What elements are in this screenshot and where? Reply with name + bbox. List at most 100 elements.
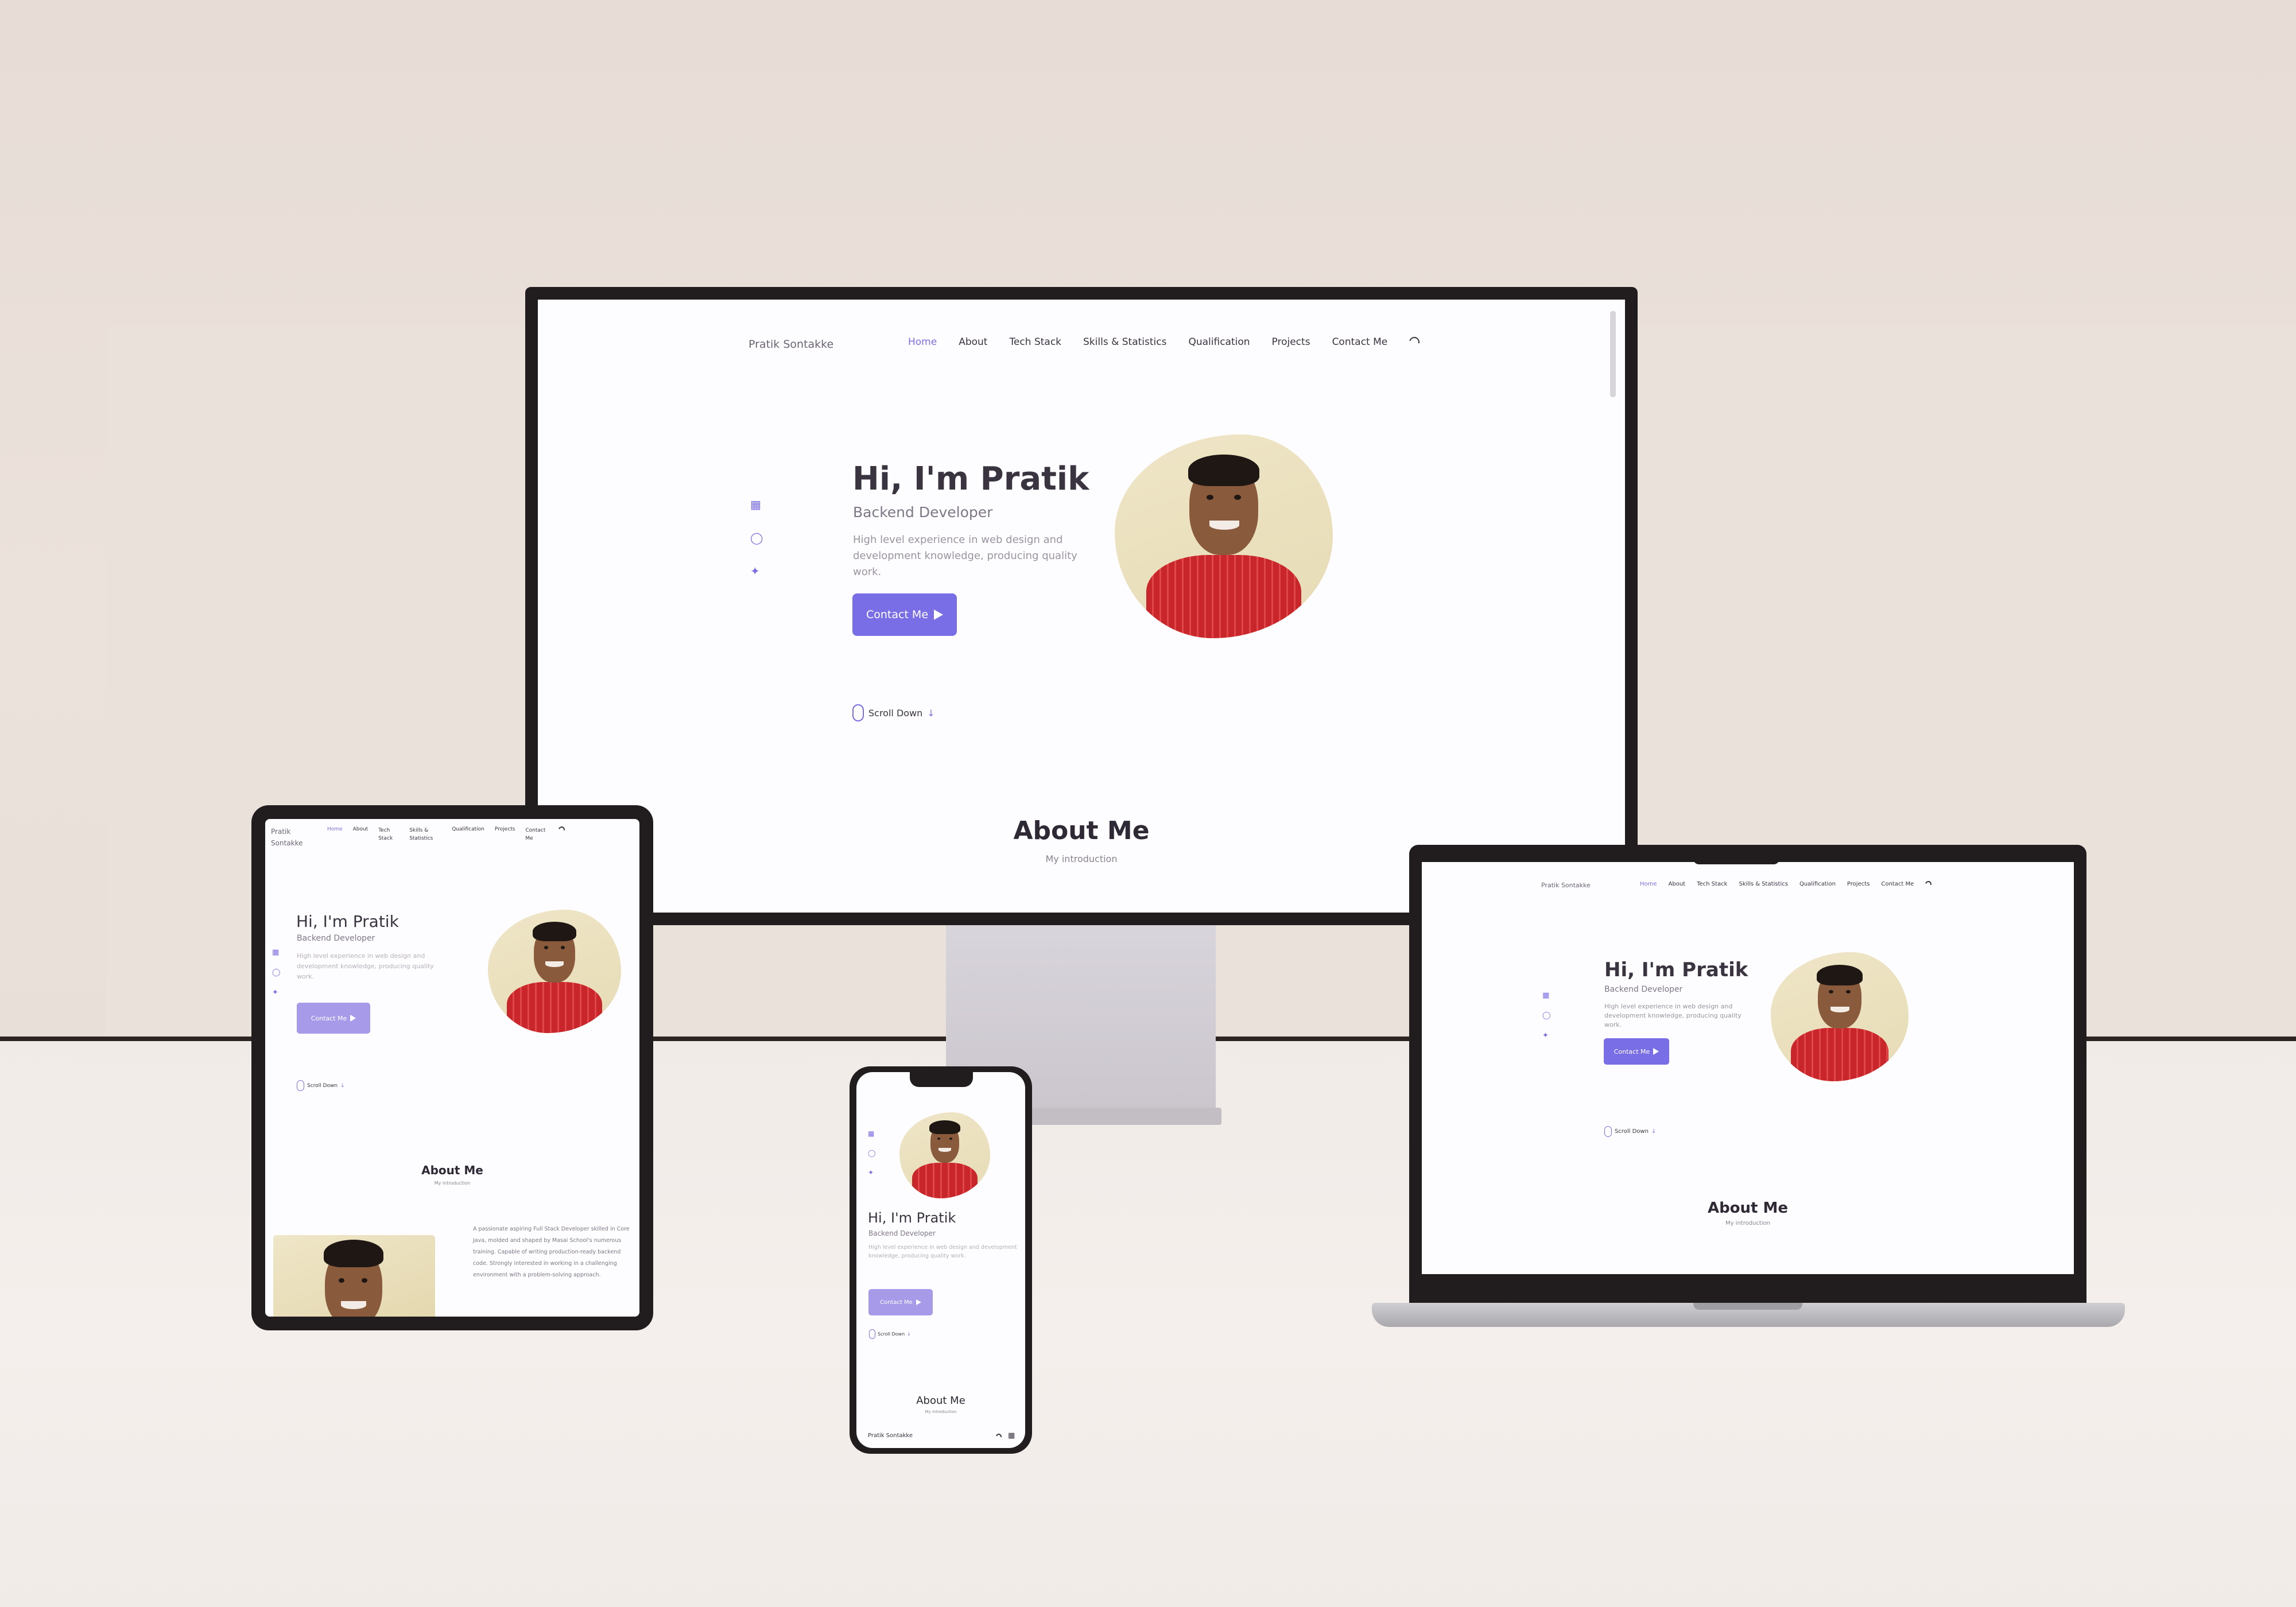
scroll-down[interactable]: Scroll Down ↓ (869, 1329, 911, 1339)
laptop-trackpad-notch (1693, 1303, 1802, 1310)
nav-qualification[interactable]: Qualification (1799, 881, 1836, 887)
github-icon[interactable]: ◯ (750, 531, 763, 545)
nav-skills[interactable]: Skills & Statistics (1739, 881, 1788, 887)
linkedin-icon[interactable]: ▦ (750, 498, 763, 511)
hero-title: Hi, I'm Pratik (296, 912, 399, 931)
contact-me-button[interactable]: Contact Me (297, 1003, 370, 1034)
nav-home[interactable]: Home (327, 826, 343, 832)
nav-skills[interactable]: Skills & Statistics (1083, 336, 1166, 348)
photo-smile (545, 961, 564, 967)
twitter-icon[interactable]: ✦ (272, 988, 281, 997)
photo-hair (929, 1120, 960, 1134)
nav-skills[interactable]: Skills & Statistics (409, 826, 441, 843)
menu-icon[interactable]: ▦ (1008, 1431, 1015, 1440)
hero-description: High level experience in web design and … (1604, 1003, 1742, 1028)
hero-description: High level experience in web design and … (868, 1244, 1017, 1259)
contact-me-button[interactable]: Contact Me (868, 1289, 933, 1315)
send-icon (350, 1015, 356, 1022)
photo-smile (1830, 1007, 1849, 1012)
nav-projects[interactable]: Projects (1272, 336, 1310, 348)
about-title: About Me (916, 1395, 965, 1407)
nav-projects[interactable]: Projects (1847, 881, 1870, 887)
nav-contact[interactable]: Contact Me (1881, 881, 1914, 887)
photo-hair (324, 1240, 383, 1267)
photo-hair (1188, 455, 1259, 486)
about-title: About Me (1707, 1200, 1789, 1217)
scroll-down[interactable]: Scroll Down ↓ (1604, 1126, 1656, 1137)
contact-me-label: Contact Me (311, 1014, 347, 1022)
contact-me-button[interactable]: Contact Me (852, 593, 957, 636)
about-subtitle: My introduction (434, 1181, 471, 1186)
scroll-down[interactable]: Scroll Down ↓ (852, 704, 935, 721)
phone-screen: ▦ ◯ ✦ Hi, I'm Pratik Backend Developer H… (856, 1072, 1025, 1448)
scroll-down-label: Scroll Down (878, 1332, 905, 1337)
nav-contact[interactable]: Contact Me (1332, 336, 1388, 348)
nav-qualification[interactable]: Qualification (452, 826, 484, 832)
nav-home[interactable]: Home (1640, 881, 1657, 887)
main-nav: Home About Tech Stack Skills & Statistic… (1640, 879, 1933, 889)
photo-shirt (1146, 555, 1301, 638)
scroll-down[interactable]: Scroll Down ↓ (297, 1080, 345, 1091)
nav-tech-stack[interactable]: Tech Stack (1697, 881, 1727, 887)
laptop: Pratik Sontakke Home About Tech Stack Sk… (1409, 845, 2086, 1304)
nav-about[interactable]: About (353, 826, 369, 832)
hero-subtitle: Backend Developer (297, 934, 375, 943)
scroll-down-label: Scroll Down (1615, 1128, 1649, 1135)
profile-photo (488, 910, 621, 1033)
site-logo[interactable]: Pratik Sontakke (748, 338, 833, 351)
nav-projects[interactable]: Projects (495, 826, 515, 832)
hero-title: Hi, I'm Pratik (868, 1210, 956, 1226)
photo-eye-right (1846, 990, 1851, 993)
linkedin-icon[interactable]: ▦ (868, 1129, 875, 1138)
nav-about[interactable]: About (959, 336, 987, 348)
site-logo[interactable]: Pratik Sontakke (1541, 882, 1591, 889)
photo-shirt (912, 1163, 978, 1198)
twitter-icon[interactable]: ✦ (868, 1169, 875, 1177)
contact-me-button[interactable]: Contact Me (1604, 1038, 1669, 1065)
social-links: ▦ ◯ ✦ (272, 948, 281, 997)
github-icon[interactable]: ◯ (868, 1149, 875, 1157)
github-icon[interactable]: ◯ (1542, 1011, 1551, 1020)
about-subtitle: My introduction (1725, 1220, 1771, 1226)
send-icon (1653, 1048, 1659, 1055)
nav-tech-stack[interactable]: Tech Stack (378, 826, 399, 843)
contact-me-label: Contact Me (880, 1299, 913, 1306)
desktop-monitor: Pratik Sontakke Home About Tech Stack Sk… (525, 287, 1638, 925)
send-icon (934, 610, 944, 620)
about-title: About Me (421, 1163, 483, 1177)
photo-eye-left (339, 1278, 344, 1283)
main-nav: Home About Tech Stack Skills & Statistic… (908, 335, 1422, 350)
site-logo[interactable]: Pratik Sontakke (271, 826, 311, 849)
twitter-icon[interactable]: ✦ (1542, 1031, 1551, 1040)
phone: ▦ ◯ ✦ Hi, I'm Pratik Backend Developer H… (850, 1066, 1032, 1454)
nav-contact[interactable]: Contact Me (525, 826, 548, 843)
nav-home[interactable]: Home (908, 336, 937, 348)
scroll-down-label: Scroll Down (868, 707, 923, 719)
scroll-down-label: Scroll Down (307, 1082, 338, 1089)
linkedin-icon[interactable]: ▦ (272, 948, 281, 957)
photo-eye-right (1234, 495, 1241, 500)
nav-tech-stack[interactable]: Tech Stack (1009, 336, 1061, 348)
mouse-icon (1604, 1126, 1612, 1137)
twitter-icon[interactable]: ✦ (750, 564, 763, 578)
nav-about[interactable]: About (1669, 881, 1686, 887)
moon-icon[interactable] (557, 825, 567, 834)
photo-eye-left (937, 1138, 940, 1140)
hero-subtitle: Backend Developer (853, 504, 993, 521)
page-scrollbar[interactable] (1610, 311, 1616, 397)
footer-logo[interactable]: Pratik Sontakke (868, 1433, 913, 1439)
moon-icon[interactable] (1924, 879, 1933, 889)
tablet: Pratik Sontakke Home About Tech Stack Sk… (251, 805, 653, 1330)
photo-shirt (507, 982, 602, 1033)
github-icon[interactable]: ◯ (272, 968, 281, 977)
profile-photo (1771, 952, 1909, 1081)
nav-qualification[interactable]: Qualification (1188, 336, 1250, 348)
about-subtitle: My introduction (925, 1410, 957, 1414)
moon-icon[interactable] (995, 1433, 1003, 1441)
hero-description: High level experience in web design and … (297, 952, 434, 980)
about-description: A passionate aspiring Full Stack Develop… (473, 1226, 630, 1278)
moon-icon[interactable] (1407, 335, 1422, 350)
photo-shirt (1791, 1028, 1888, 1081)
linkedin-icon[interactable]: ▦ (1542, 991, 1551, 1000)
photo-smile (938, 1148, 951, 1152)
